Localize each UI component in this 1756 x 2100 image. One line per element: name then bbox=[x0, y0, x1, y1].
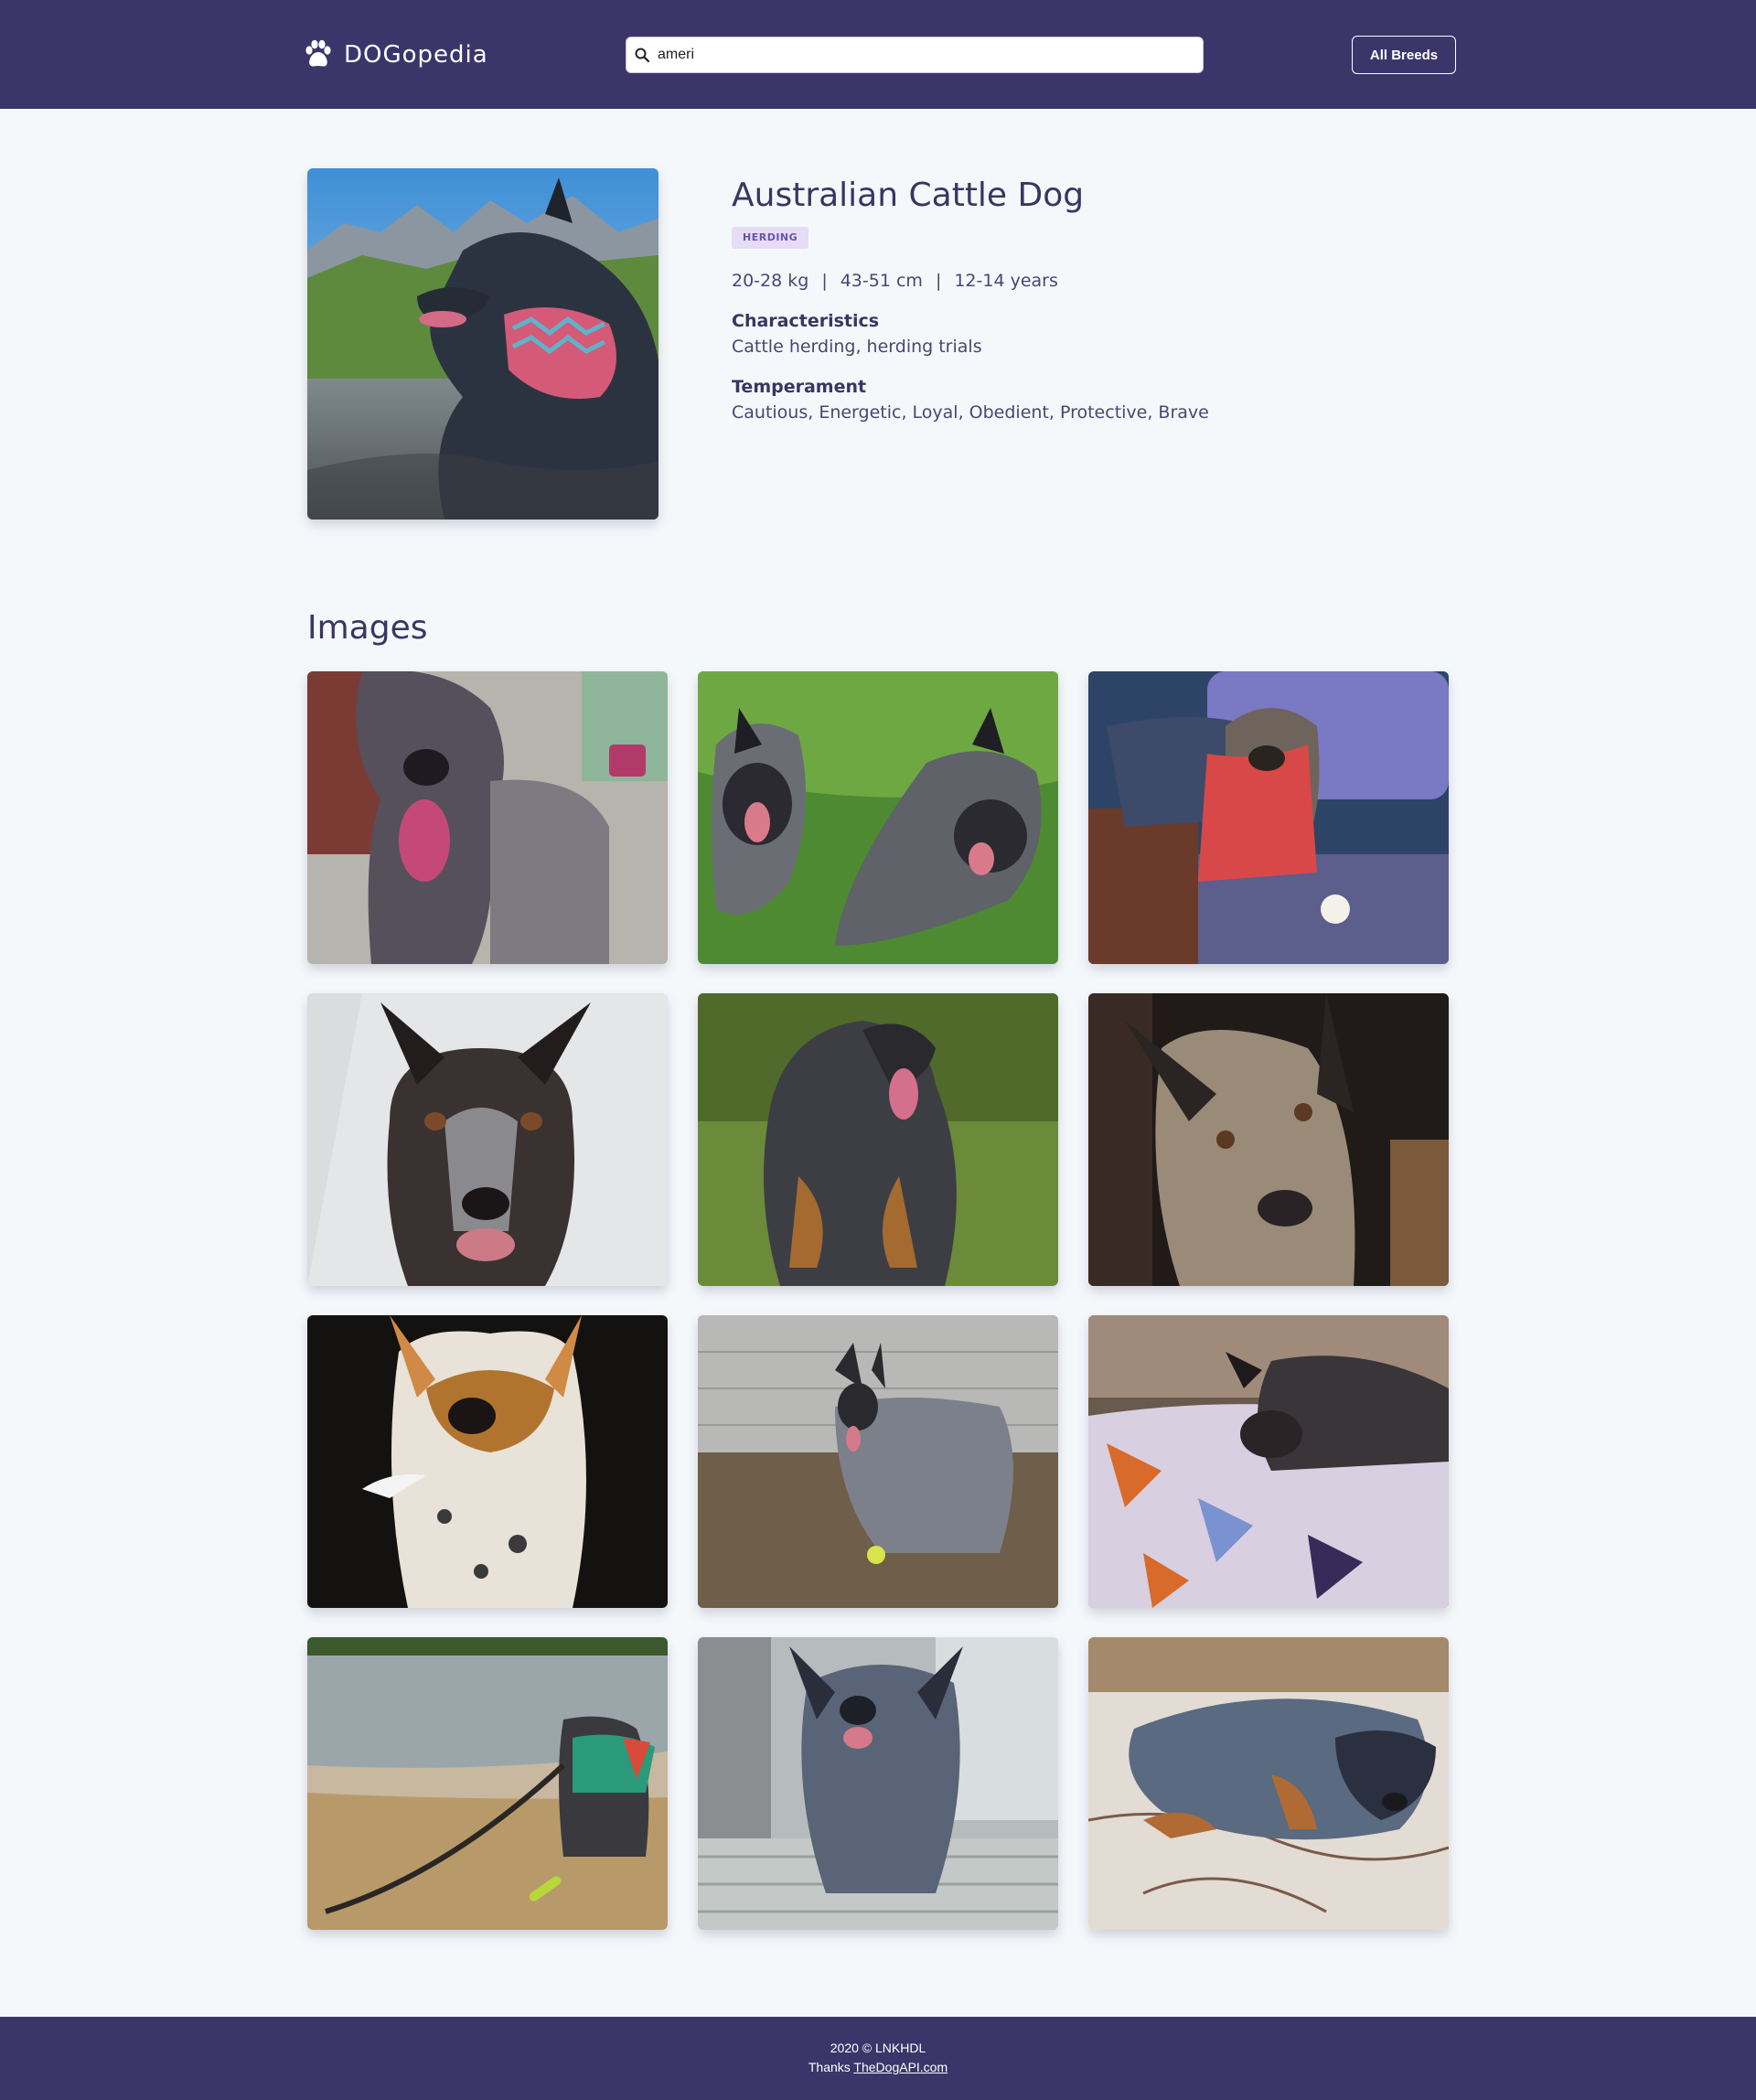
all-breeds-button[interactable]: All Breeds bbox=[1352, 36, 1456, 74]
gallery-image[interactable] bbox=[1088, 1637, 1449, 1930]
logo[interactable]: DOGopedia bbox=[302, 37, 488, 73]
temperament-title: Temperament bbox=[732, 377, 867, 397]
temperament-text: Cautious, Energetic, Loyal, Obedient, Pr… bbox=[732, 402, 1209, 423]
images-heading: Images bbox=[307, 609, 428, 647]
breed-group-badge: HERDING bbox=[732, 227, 809, 249]
gallery-image[interactable] bbox=[307, 1315, 668, 1608]
top-nav: DOGopedia All Breeds bbox=[0, 0, 1756, 109]
search-bar[interactable] bbox=[626, 37, 1204, 73]
gallery-image[interactable] bbox=[1088, 993, 1449, 1286]
footer-copyright: 2020 © LNKHDL bbox=[830, 2041, 926, 2055]
characteristics-text: Cattle herding, herding trials bbox=[732, 337, 982, 357]
image-gallery bbox=[307, 671, 1449, 1930]
breed-info: Australian Cattle Dog HERDING 20-28 kg |… bbox=[732, 172, 1463, 423]
logo-text: DOGopedia bbox=[344, 41, 488, 69]
footer-thanks-prefix: Thanks bbox=[808, 2060, 851, 2074]
breed-main-image bbox=[307, 168, 658, 520]
gallery-image[interactable] bbox=[698, 1315, 1058, 1608]
search-icon bbox=[635, 48, 650, 63]
gallery-image[interactable] bbox=[698, 993, 1058, 1286]
breed-name: Australian Cattle Dog bbox=[732, 177, 1085, 214]
gallery-image[interactable] bbox=[698, 1637, 1058, 1930]
thedogapi-link[interactable]: TheDogAPI.com bbox=[853, 2060, 948, 2074]
breed-weight: 20-28 kg bbox=[732, 271, 809, 291]
paw-icon bbox=[305, 39, 331, 67]
gallery-image[interactable] bbox=[1088, 1315, 1449, 1608]
stat-separator: | bbox=[821, 271, 828, 291]
stat-separator: | bbox=[935, 271, 942, 291]
gallery-image[interactable] bbox=[307, 1637, 668, 1930]
gallery-image[interactable] bbox=[307, 993, 668, 1286]
footer: 2020 © LNKHDL Thanks TheDogAPI.com bbox=[0, 2017, 1756, 2100]
footer-thanks: Thanks TheDogAPI.com bbox=[0, 2060, 1756, 2074]
search-input[interactable] bbox=[658, 47, 1170, 63]
breed-life-span: 12-14 years bbox=[954, 271, 1058, 291]
breed-stats: 20-28 kg | 43-51 cm | 12-14 years bbox=[732, 271, 1463, 291]
gallery-image[interactable] bbox=[307, 671, 668, 964]
gallery-image[interactable] bbox=[698, 671, 1058, 964]
breed-height: 43-51 cm bbox=[840, 271, 923, 291]
characteristics-title: Characteristics bbox=[732, 311, 880, 331]
gallery-image[interactable] bbox=[1088, 671, 1449, 964]
